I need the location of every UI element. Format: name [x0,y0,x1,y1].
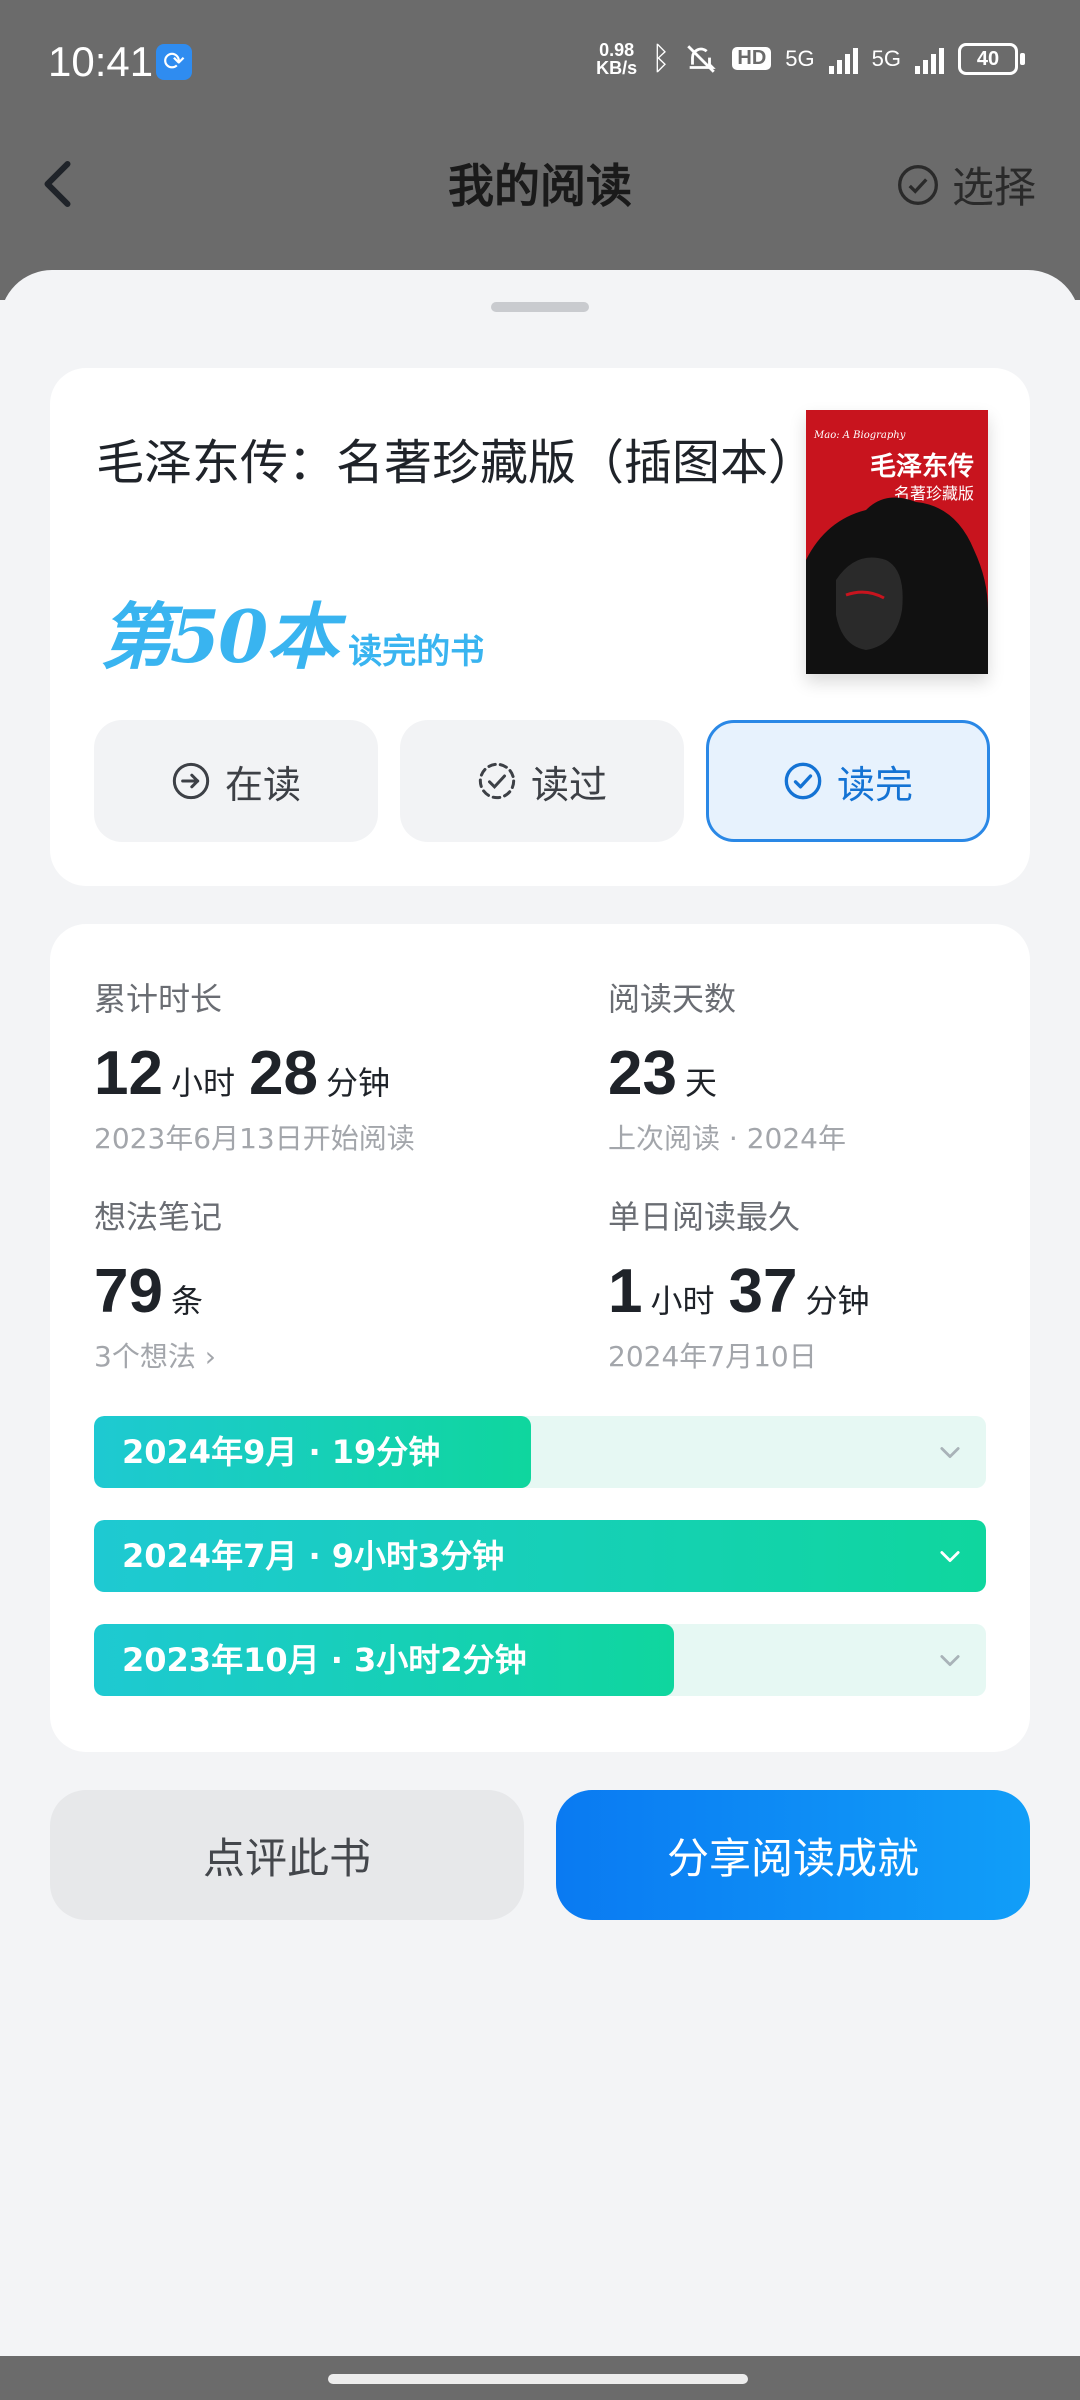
sim2-label: 5G [871,45,901,71]
month-row[interactable]: 2023年10月 · 3小时2分钟 [94,1624,986,1696]
month-label: 2023年10月 · 3小时2分钟 [122,1641,527,1679]
chevron-down-icon [940,1447,960,1459]
book-card: 毛泽东传：名著珍藏版（插图本） 第50本 读完的书 Mao: A Biograp… [50,368,1030,886]
stat-notes[interactable]: 想法笔记 79 条 3个想法 › [94,1192,222,1375]
reading-detail-sheet: 毛泽东传：名著珍藏版（插图本） 第50本 读完的书 Mao: A Biograp… [0,270,1080,2400]
sim1-label: 5G [785,45,815,71]
month-row[interactable]: 2024年9月 · 19分钟 [94,1416,986,1488]
net-speed-unit: KB/s [596,57,638,78]
chevron-down-icon [940,1551,960,1563]
minutes-unit: 分钟 [325,1064,390,1102]
month-label: 2024年7月 · 9小时3分钟 [122,1537,505,1575]
stat-label: 阅读天数 [608,980,737,1018]
hours-value: 12 [94,1039,163,1108]
stat-value: 12 小时 28 分钟 [94,1038,415,1109]
arrow-right-circle-icon [172,762,210,800]
sheet-drag-handle[interactable] [491,302,589,312]
share-achievement-button[interactable]: 分享阅读成就 [556,1790,1030,1920]
stat-subtext: 上次阅读 · 2024年 [608,1122,846,1155]
status-finished-label: 读完 [836,762,913,807]
minutes-unit: 分钟 [805,1282,870,1320]
hours-unit: 小时 [650,1282,715,1320]
stat-value: 79 条 [94,1256,222,1327]
status-reading-button[interactable]: 在读 [94,720,378,842]
minutes-value: 28 [248,1039,318,1108]
stat-subtext: 2024年7月10日 [608,1340,817,1373]
notes-link[interactable]: 3个想法 › [94,1335,222,1375]
review-book-button[interactable]: 点评此书 [50,1790,524,1920]
nav-bar: 我的阅读 选择 [0,128,1080,238]
signal-icon [915,44,944,74]
book-cover[interactable]: Mao: A Biography 毛泽东传 名著珍藏版 [806,410,988,674]
hd-badge: HD [732,47,772,70]
status-read-label: 读过 [530,762,607,807]
stat-label: 想法笔记 [94,1198,223,1236]
stat-subtext: 2023年6月13日开始阅读 [94,1122,415,1155]
select-button[interactable]: 选择 [896,154,1036,215]
chevron-down-icon [940,1655,960,1667]
dashed-check-circle-icon [478,762,516,800]
stat-value: 1 小时 37 分钟 [608,1256,875,1327]
rank-caption: 读完的书 [348,632,485,672]
finished-rank: 第50本 读完的书 [100,578,484,683]
cover-portrait-image [806,497,988,674]
stat-label: 单日阅读最久 [608,1198,801,1236]
select-label: 选择 [951,163,1036,212]
stat-total-time: 累计时长 12 小时 28 分钟 2023年6月13日开始阅读 [94,974,415,1157]
status-read-button[interactable]: 读过 [400,720,684,842]
hours-unit: 小时 [170,1064,235,1102]
status-time: 10:41 [48,38,154,85]
notes-value: 79 [94,1257,163,1326]
stat-label: 累计时长 [94,980,223,1018]
mute-bell-icon [687,44,717,73]
battery-icon: 40 [958,42,1025,75]
net-speed-value: 0.98 [599,39,635,60]
month-label: 2024年9月 · 19分钟 [122,1433,441,1471]
status-reading-label: 在读 [224,762,301,807]
status-indicators: 0.98 KB/s ᛒ HD 5G 5G 40 [596,40,1025,77]
hours-value: 1 [608,1257,643,1326]
notes-unit: 条 [170,1282,203,1320]
notes-link-label: 3个想法 [94,1340,196,1373]
book-title: 毛泽东传：名著珍藏版（插图本） [96,435,817,491]
minutes-value: 37 [728,1257,798,1326]
signal-icon [828,44,858,74]
stat-reading-days: 阅读天数 23 天 上次阅读 · 2024年 [608,974,846,1157]
bluetooth-icon: ᛒ [651,40,671,76]
home-indicator[interactable] [328,2374,748,2384]
stat-longest-day: 单日阅读最久 1 小时 37 分钟 2024年7月10日 [608,1192,875,1375]
check-circle-icon [898,164,938,205]
month-row[interactable]: 2024年7月 · 9小时3分钟 [94,1520,986,1592]
reading-status-selector: 在读 读过 读完 [94,720,990,842]
rank-number: 第50本 [100,594,338,679]
days-value: 23 [608,1039,677,1108]
reading-stats-card: 累计时长 12 小时 28 分钟 2023年6月13日开始阅读 阅读天数 23 … [50,924,1030,1752]
stat-value: 23 天 [608,1038,846,1109]
check-circle-icon [784,762,822,800]
chevron-right-icon: › [204,1340,216,1373]
status-finished-button[interactable]: 读完 [706,720,990,842]
days-unit: 天 [684,1064,717,1102]
status-bar: 10:41 ⟳ 0.98 KB/s ᛒ HD 5G 5G 40 [0,0,1080,128]
network-speed: 0.98 KB/s [596,41,637,77]
sync-app-icon: ⟳ [156,44,192,80]
